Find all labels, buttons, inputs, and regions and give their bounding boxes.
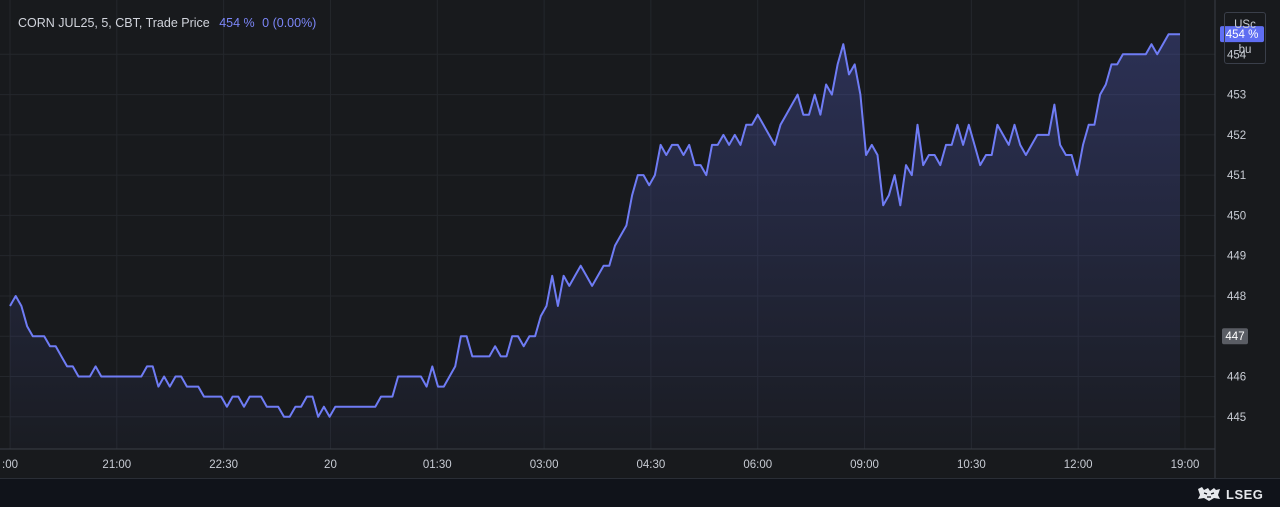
chart-legend: CORN JUL25, 5, CBT, Trade Price 454 % 0 … [18, 16, 316, 30]
brand-text: LSEG [1226, 486, 1264, 502]
x-tick-label: 04:30 [637, 459, 666, 471]
x-tick-label: 19:00 [1171, 459, 1200, 471]
currency-unit-button[interactable]: USc bu [1224, 12, 1266, 64]
x-tick-label: 01:30 [423, 459, 452, 471]
y-tick-label: 450 [1227, 210, 1246, 222]
lseg-logo: LSEG [1196, 486, 1263, 502]
change-value: 0 (0.00%) [262, 16, 317, 30]
lion-crest-icon [1198, 487, 1220, 501]
x-tick-label: 10:30 [957, 459, 986, 471]
unit-measure: bu [1238, 44, 1252, 56]
x-tick-label: 06:00 [743, 459, 772, 471]
last-value: 454 % [219, 16, 255, 30]
y-tick-label: 451 [1227, 170, 1246, 182]
x-tick-label: 20 [324, 459, 337, 471]
y-tick-label: 452 [1227, 130, 1246, 142]
x-tick-label: 03:00 [530, 459, 559, 471]
y-tick-label: 445 [1227, 412, 1246, 424]
x-tick-label: :00 [2, 459, 18, 471]
unit-currency: USc [1234, 19, 1256, 31]
x-tick-label: 21:00 [102, 459, 131, 471]
y-tick-label: 446 [1227, 372, 1246, 384]
price-chart[interactable]: 445446447448449450451452453454:0021:0022… [0, 0, 1280, 478]
price-area-fill [10, 34, 1180, 449]
crosshair-badge: 447 [1225, 331, 1244, 343]
y-tick-label: 453 [1227, 90, 1246, 102]
y-tick-label: 448 [1227, 291, 1246, 303]
x-tick-label: 09:00 [850, 459, 879, 471]
y-tick-label: 449 [1227, 251, 1246, 263]
x-tick-label: 12:00 [1064, 459, 1093, 471]
x-tick-label: 22:30 [209, 459, 238, 471]
symbol-label: CORN JUL25, 5, CBT, Trade Price [18, 16, 210, 30]
